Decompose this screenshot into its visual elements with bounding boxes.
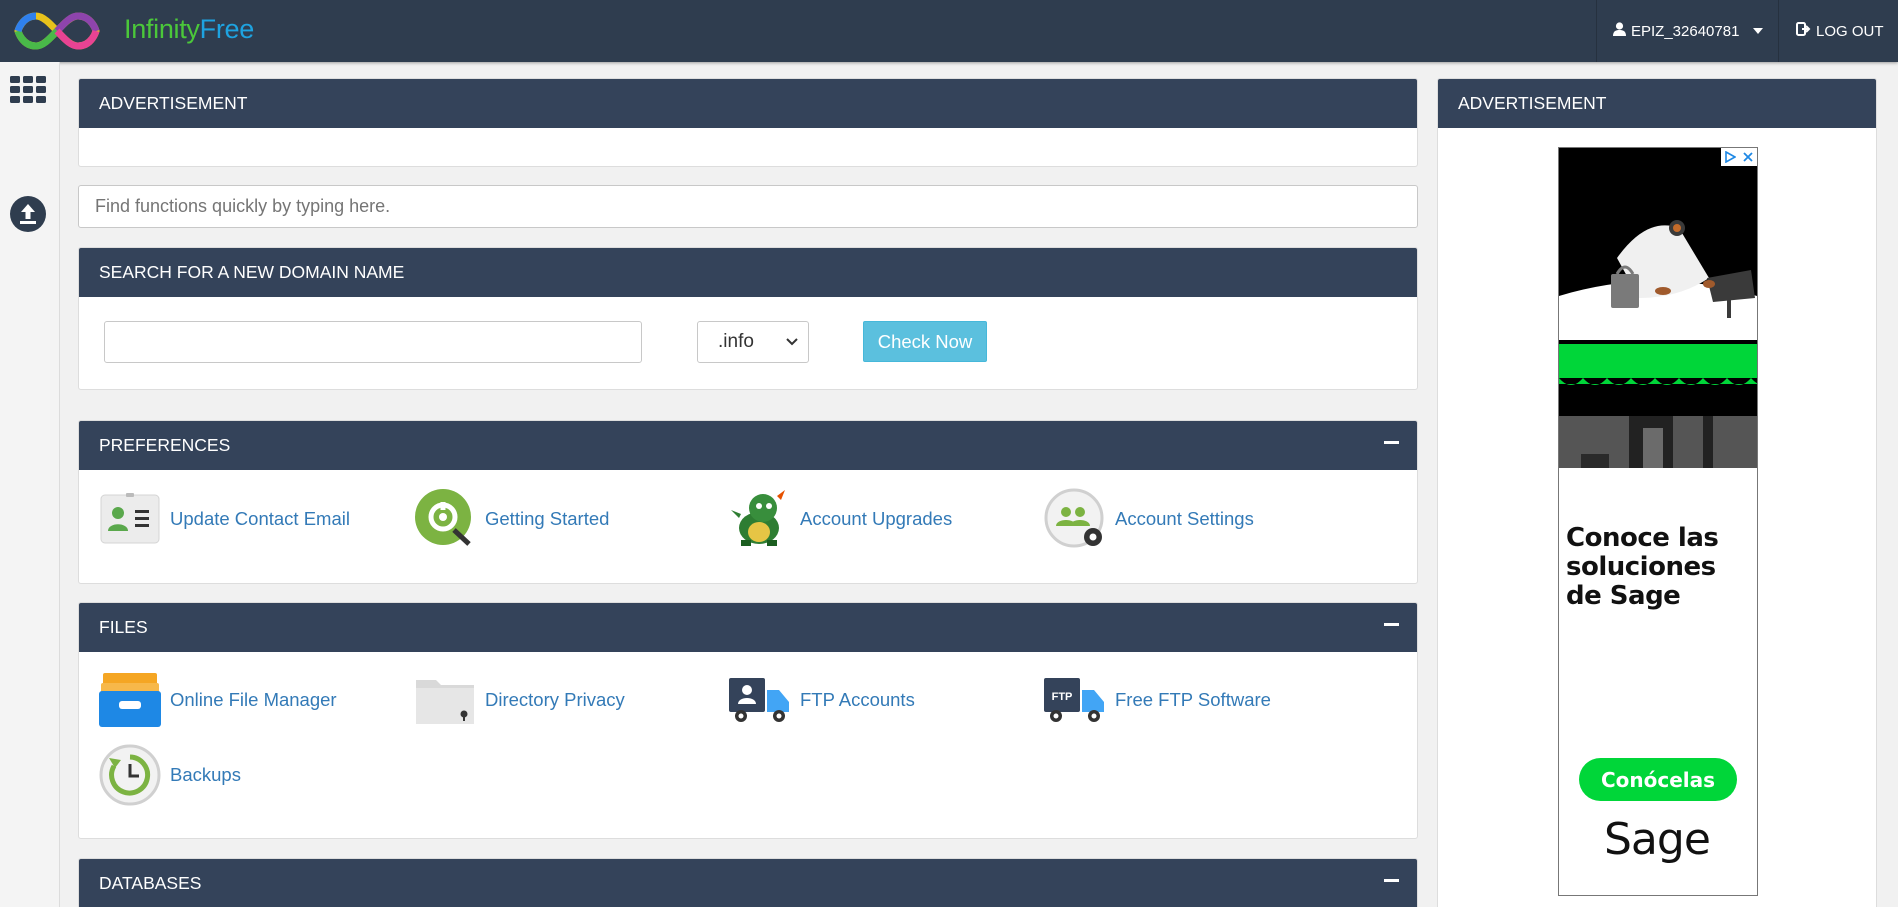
brand-name[interactable]: InfinityFree: [124, 14, 254, 45]
top-navbar: InfinityFree EPIZ_32640781 LOG OUT: [0, 0, 1898, 62]
locked-folder-icon: [414, 669, 476, 731]
update-contact-email-link[interactable]: Update Contact Email: [99, 488, 350, 550]
advertisement-header: ADVERTISEMENT: [79, 79, 1417, 128]
ad-illustration: [1559, 148, 1757, 468]
svg-text:FTP: FTP: [1052, 691, 1073, 703]
check-now-button[interactable]: Check Now: [863, 321, 987, 362]
file-manager-icon: [99, 669, 161, 731]
collapse-icon[interactable]: [1384, 441, 1399, 444]
ad-cta-button[interactable]: Conócelas: [1579, 758, 1737, 801]
collapse-icon[interactable]: [1384, 623, 1399, 626]
ad-headline-line3: de Sage: [1566, 581, 1681, 611]
upload-icon[interactable]: [10, 196, 46, 237]
user-account-dropdown[interactable]: EPIZ_32640781: [1596, 0, 1778, 62]
domain-search-panel: SEARCH FOR A NEW DOMAIN NAME .info Check…: [78, 247, 1418, 390]
left-sidebar: [0, 62, 60, 907]
chevron-down-icon: [1753, 28, 1764, 34]
contact-card-icon: [99, 488, 161, 550]
preferences-panel: PREFERENCES Update Contact Email Getting…: [78, 420, 1418, 584]
backups-label: Backups: [170, 764, 241, 785]
directory-privacy-label: Directory Privacy: [485, 689, 625, 710]
getting-started-icon: [414, 488, 476, 550]
collapse-icon[interactable]: [1384, 879, 1399, 882]
getting-started-link[interactable]: Getting Started: [414, 488, 609, 550]
account-upgrades-label: Account Upgrades: [800, 508, 953, 529]
brand-word-infinity: Infinity: [124, 14, 200, 44]
ftp-accounts-link[interactable]: FTP Accounts: [729, 669, 915, 731]
free-ftp-software-label: Free FTP Software: [1115, 689, 1271, 710]
sage-ad-banner[interactable]: Conoce las soluciones de Sage Conócelas …: [1558, 147, 1758, 896]
account-upgrades-link[interactable]: Account Upgrades: [729, 488, 952, 550]
chevron-down-icon: [786, 338, 798, 346]
domain-search-header: SEARCH FOR A NEW DOMAIN NAME: [79, 248, 1417, 297]
ftp-software-truck-icon: FTP: [1044, 669, 1106, 731]
infinityfree-logo[interactable]: [14, 8, 100, 54]
dragon-mascot-icon: [729, 488, 791, 550]
logout-label: LOG OUT: [1816, 22, 1884, 40]
logout-button[interactable]: LOG OUT: [1778, 0, 1898, 62]
advertisement-panel-top: ADVERTISEMENT: [78, 78, 1418, 167]
side-advertisement-header: ADVERTISEMENT: [1438, 79, 1876, 128]
preferences-header: PREFERENCES: [79, 421, 1417, 470]
account-settings-label: Account Settings: [1115, 508, 1254, 529]
ad-headline: Conoce las soluciones de Sage: [1566, 523, 1719, 611]
databases-header: DATABASES: [79, 859, 1417, 907]
account-settings-link[interactable]: Account Settings: [1044, 488, 1254, 550]
backup-clock-icon: [99, 744, 161, 806]
ftp-accounts-label: FTP Accounts: [800, 689, 915, 710]
files-title: FILES: [99, 617, 148, 637]
ad-headline-line1: Conoce las: [1566, 523, 1719, 553]
getting-started-label: Getting Started: [485, 508, 610, 529]
free-ftp-software-link[interactable]: FTP Free FTP Software: [1044, 669, 1271, 731]
databases-panel: DATABASES: [78, 858, 1418, 907]
function-search-input[interactable]: [78, 185, 1418, 228]
preferences-title: PREFERENCES: [99, 435, 231, 455]
logout-icon: [1796, 22, 1811, 40]
online-file-manager-link[interactable]: Online File Manager: [99, 669, 337, 731]
files-header: FILES: [79, 603, 1417, 652]
close-ad-icon[interactable]: [1739, 148, 1757, 166]
domain-name-input[interactable]: [104, 321, 642, 363]
adchoices-badge[interactable]: [1721, 148, 1757, 166]
brand-word-free: Free: [199, 14, 255, 44]
tld-selected-value: .info: [718, 331, 754, 352]
ad-brand-logo: Sage: [1604, 814, 1711, 865]
online-file-manager-label: Online File Manager: [170, 689, 337, 710]
domain-search-title: SEARCH FOR A NEW DOMAIN NAME: [99, 262, 405, 282]
username-label: EPIZ_32640781: [1631, 22, 1740, 40]
update-contact-email-label: Update Contact Email: [170, 508, 350, 529]
files-panel: FILES Online File Manager Directory Priv…: [78, 602, 1418, 839]
user-icon: [1613, 22, 1626, 40]
side-advertisement-title: ADVERTISEMENT: [1458, 93, 1607, 113]
backups-link[interactable]: Backups: [99, 744, 241, 806]
adchoices-icon[interactable]: [1721, 148, 1739, 166]
infinity-logo-icon: [14, 12, 100, 50]
tld-select[interactable]: .info: [697, 321, 809, 363]
ftp-truck-icon: [729, 669, 791, 731]
account-settings-icon: [1044, 488, 1106, 550]
advertisement-title: ADVERTISEMENT: [99, 93, 248, 113]
directory-privacy-link[interactable]: Directory Privacy: [414, 669, 625, 731]
databases-title: DATABASES: [99, 873, 202, 893]
ad-headline-line2: soluciones: [1566, 552, 1716, 582]
apps-grid-icon[interactable]: [10, 76, 46, 109]
